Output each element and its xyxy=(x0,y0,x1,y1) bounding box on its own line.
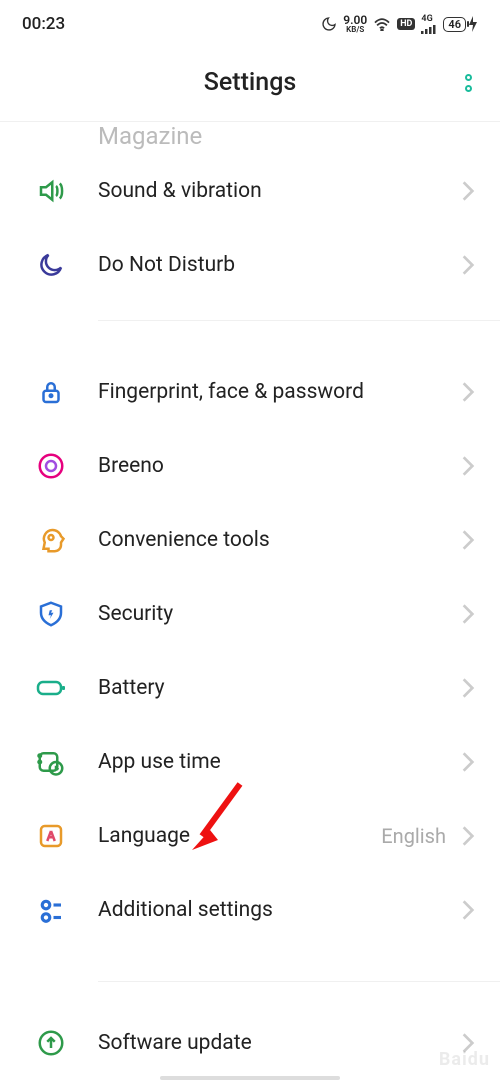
status-bar: 00:23 9.00 KB/S HD 4G 46 xyxy=(0,0,500,44)
row-security[interactable]: Security xyxy=(0,577,500,651)
status-time: 00:23 xyxy=(22,14,65,34)
chevron-right-icon xyxy=(460,675,476,701)
chevron-right-icon xyxy=(460,897,476,923)
row-language[interactable]: Language English xyxy=(0,799,500,873)
row-label: Additional settings xyxy=(98,898,460,922)
lock-icon xyxy=(36,377,66,407)
chevron-right-icon xyxy=(460,749,476,775)
row-do-not-disturb[interactable]: Do Not Disturb xyxy=(0,228,500,302)
row-additional-settings[interactable]: Additional settings xyxy=(0,873,500,947)
chevron-right-icon xyxy=(460,527,476,553)
row-label: Security xyxy=(98,602,460,626)
moon-outline-icon xyxy=(36,250,66,280)
row-label: Sound & vibration xyxy=(98,179,460,203)
chevron-right-icon xyxy=(460,178,476,204)
page-header: Settings xyxy=(0,44,500,122)
page-title: Settings xyxy=(204,68,297,97)
row-software-update[interactable]: Software update xyxy=(0,1006,500,1080)
head-gear-icon xyxy=(36,525,66,555)
update-icon xyxy=(36,1028,66,1058)
wifi-icon xyxy=(373,17,391,31)
row-label: Fingerprint, face & password xyxy=(98,380,460,404)
row-convenience-tools[interactable]: Convenience tools xyxy=(0,503,500,577)
moon-icon xyxy=(321,16,337,32)
status-right: 9.00 KB/S HD 4G 46 xyxy=(321,14,478,34)
breeno-icon xyxy=(36,451,66,481)
dot-icon xyxy=(465,85,472,92)
chevron-right-icon xyxy=(460,379,476,405)
row-label: App use time xyxy=(98,750,460,774)
row-app-use-time[interactable]: App use time xyxy=(0,725,500,799)
net-speed: 9.00 KB/S xyxy=(343,14,367,34)
row-label: Convenience tools xyxy=(98,528,460,552)
dot-icon xyxy=(465,74,472,81)
row-fingerprint-face-password[interactable]: Fingerprint, face & password xyxy=(0,355,500,429)
battery-icon xyxy=(36,673,66,703)
row-battery[interactable]: Battery xyxy=(0,651,500,725)
watermark: Baidu xyxy=(439,1049,490,1070)
hd-badge: HD xyxy=(397,18,415,30)
language-icon xyxy=(36,821,66,851)
app-clock-icon xyxy=(36,747,66,777)
row-label: Software update xyxy=(98,1031,460,1055)
signal-icon xyxy=(421,24,437,34)
menu-button[interactable] xyxy=(465,74,472,92)
partial-row-magazine: Magazine xyxy=(0,122,500,154)
row-label: Do Not Disturb xyxy=(98,253,460,277)
section-divider xyxy=(98,981,500,982)
charging-icon xyxy=(468,16,478,32)
chevron-right-icon xyxy=(460,453,476,479)
row-label: Breeno xyxy=(98,454,460,478)
chevron-right-icon xyxy=(460,601,476,627)
chevron-right-icon xyxy=(460,252,476,278)
row-label: Language xyxy=(98,824,381,848)
chevron-right-icon xyxy=(460,823,476,849)
settings-list: Magazine Sound & vibration Do Not Distur… xyxy=(0,122,500,1080)
section-divider xyxy=(98,320,500,321)
row-breeno[interactable]: Breeno xyxy=(0,429,500,503)
row-sound-vibration[interactable]: Sound & vibration xyxy=(0,154,500,228)
speaker-icon xyxy=(36,176,66,206)
signal-4g: 4G xyxy=(421,15,437,34)
battery-indicator: 46 xyxy=(443,16,478,32)
home-indicator xyxy=(160,1076,340,1080)
row-value: English xyxy=(381,824,446,848)
shield-icon xyxy=(36,599,66,629)
row-label: Battery xyxy=(98,676,460,700)
additional-icon xyxy=(36,895,66,925)
